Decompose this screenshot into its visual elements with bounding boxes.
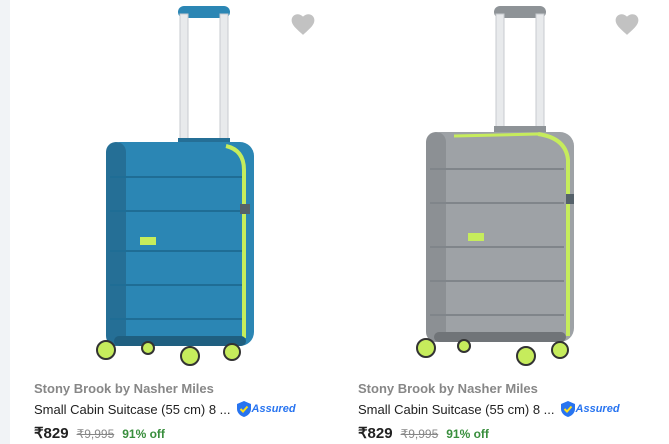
assured-label: Assured	[575, 403, 620, 415]
price-row: ₹829 ₹9,995 91% off	[358, 424, 489, 442]
suitcase-image-blue[interactable]	[10, 0, 330, 370]
discount-percent: 91% off	[446, 427, 489, 441]
original-price: ₹9,995	[76, 427, 115, 441]
selling-price: ₹829	[358, 425, 393, 442]
discount-percent: 91% off	[122, 427, 165, 441]
shield-check-icon	[560, 401, 575, 417]
page-gutter	[0, 0, 10, 444]
heart-icon[interactable]	[614, 12, 640, 36]
shield-check-icon	[236, 401, 251, 417]
assured-badge: Assured	[236, 401, 296, 417]
product-card[interactable]: Stony Brook by Nasher Miles Small Cabin …	[334, 0, 654, 444]
original-price: ₹9,995	[400, 427, 439, 441]
product-card[interactable]: Stony Brook by Nasher Miles Small Cabin …	[10, 0, 330, 444]
heart-icon[interactable]	[290, 12, 316, 36]
assured-badge: Assured	[560, 401, 620, 417]
product-title-row: Small Cabin Suitcase (55 cm) 8 ... Assur…	[34, 400, 296, 418]
product-title-row: Small Cabin Suitcase (55 cm) 8 ... Assur…	[358, 400, 620, 418]
product-brand[interactable]: Stony Brook by Nasher Miles	[358, 381, 538, 396]
selling-price: ₹829	[34, 425, 69, 442]
product-title[interactable]: Small Cabin Suitcase (55 cm) 8 ...	[358, 402, 555, 417]
price-row: ₹829 ₹9,995 91% off	[34, 424, 165, 442]
suitcase-image-grey[interactable]	[334, 0, 654, 370]
product-title[interactable]: Small Cabin Suitcase (55 cm) 8 ...	[34, 402, 231, 417]
product-brand[interactable]: Stony Brook by Nasher Miles	[34, 381, 214, 396]
assured-label: Assured	[251, 403, 296, 415]
